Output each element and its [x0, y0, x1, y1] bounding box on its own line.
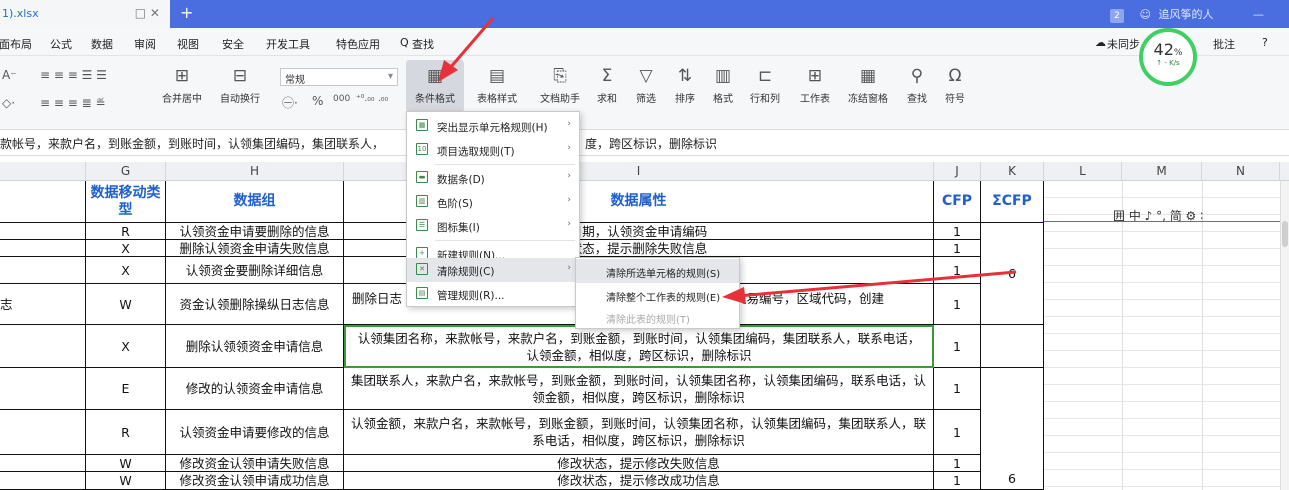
- annotation-arrows: [438, 17, 1017, 304]
- arrow-to-clear-sheet: [737, 270, 1017, 298]
- arrow-to-conditional-format: [448, 17, 495, 69]
- arrowhead-clear-sheet: [722, 287, 746, 304]
